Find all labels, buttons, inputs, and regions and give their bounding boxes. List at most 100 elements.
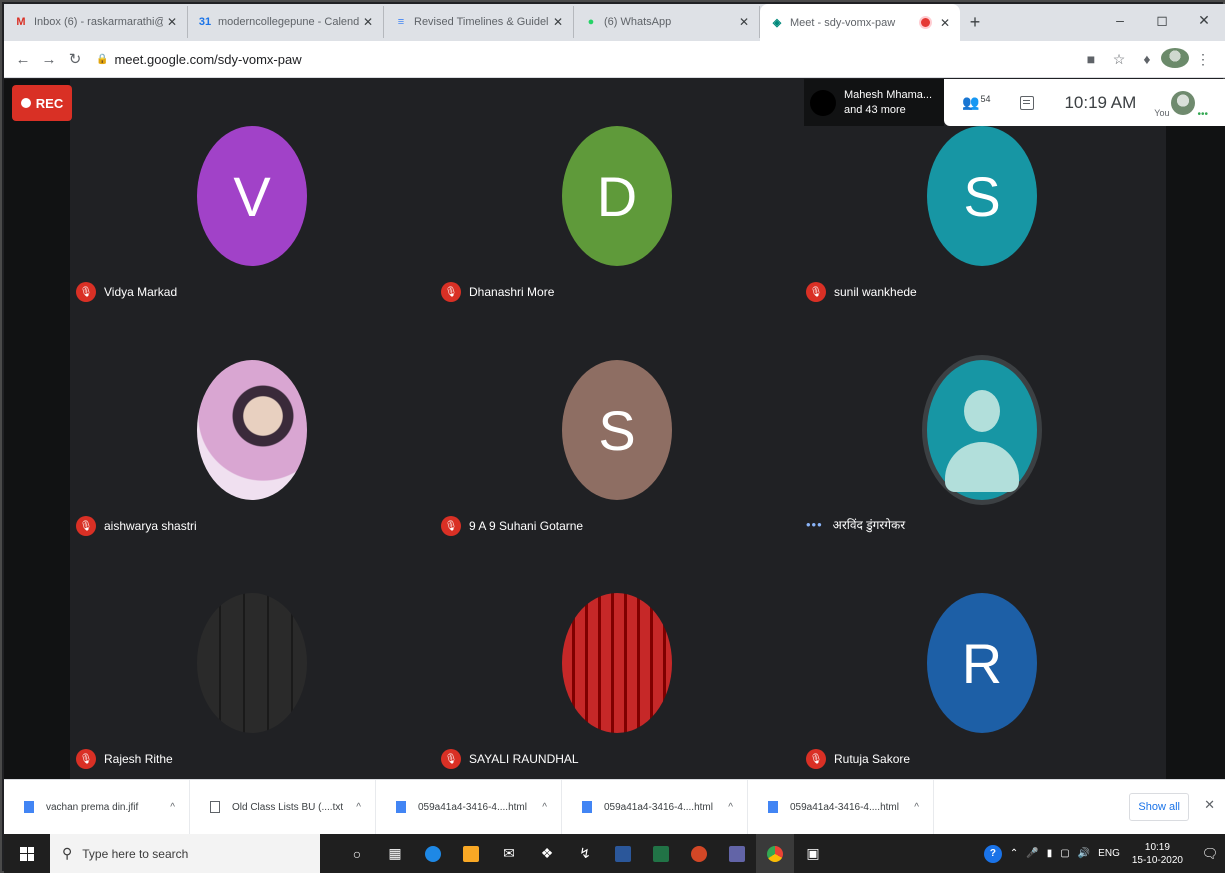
- calendar-icon: 31: [198, 16, 212, 28]
- mic-muted-icon: 🎙: [806, 749, 826, 769]
- download-filename: 059a41a4-3416-4....html: [418, 801, 527, 813]
- notifications-icon[interactable]: 🗨: [1195, 834, 1225, 873]
- minimize-icon[interactable]: –: [1099, 4, 1141, 36]
- file-icon: [768, 801, 778, 813]
- edge-icon[interactable]: [414, 834, 452, 873]
- browser-tab[interactable]: M Inbox (6) - raskarmarathi@mode ✕: [4, 6, 188, 38]
- browser-tab[interactable]: ≡ Revised Timelines & Guidelines f ✕: [384, 6, 574, 38]
- excel-icon[interactable]: [642, 834, 680, 873]
- cortana-icon[interactable]: ○: [338, 834, 376, 873]
- search-icon: ⚲: [62, 845, 73, 861]
- taskbar-date: 15-10-2020: [1131, 854, 1183, 866]
- participant-name: Rutuja Sakore: [834, 752, 911, 766]
- file-explorer-icon[interactable]: [452, 834, 490, 873]
- participant-avatar: D: [562, 126, 672, 266]
- docs-icon: ≡: [397, 16, 405, 28]
- windows-logo-icon: [20, 846, 34, 861]
- tab-title: moderncollegepune - Calendar -: [218, 16, 359, 28]
- browser-tab[interactable]: ● (6) WhatsApp ✕: [574, 6, 760, 38]
- close-tab-icon[interactable]: ✕: [363, 15, 373, 29]
- chevron-up-icon[interactable]: ^: [914, 802, 919, 813]
- chevron-up-icon[interactable]: ^: [356, 802, 361, 813]
- close-tab-icon[interactable]: ✕: [553, 15, 563, 29]
- self-avatar[interactable]: [1171, 90, 1196, 115]
- download-item[interactable]: 059a41a4-3416-4....html ^: [748, 779, 934, 835]
- participant-name-row: 🎙 sunil wankhede: [806, 282, 917, 302]
- address-bar[interactable]: 🔒 meet.google.com/sdy-vomx-paw: [96, 45, 1077, 73]
- dropbox-icon[interactable]: ❖: [528, 834, 566, 873]
- browser-tab[interactable]: ◈ Meet - sdy-vomx-paw ✕: [760, 4, 960, 41]
- download-filename: vachan prema din.jfif: [46, 801, 139, 813]
- participant-avatar-placeholder: [922, 355, 1042, 505]
- chevron-up-icon[interactable]: ^: [542, 802, 547, 813]
- people-count: 54: [980, 94, 991, 104]
- menu-dots-icon[interactable]: ⋮: [1189, 51, 1217, 68]
- participant-name-row: 🎙 aishwarya shastri: [76, 516, 197, 536]
- close-tab-icon[interactable]: ✕: [940, 16, 950, 30]
- download-item[interactable]: 059a41a4-3416-4....html ^: [376, 779, 562, 835]
- self-more-dots-icon[interactable]: •••: [1197, 109, 1208, 120]
- help-icon[interactable]: ?: [983, 844, 1002, 863]
- maximize-icon[interactable]: ◻: [1141, 4, 1183, 36]
- meet-icon: ◈: [772, 17, 782, 29]
- volume-icon[interactable]: 🔊: [1078, 848, 1090, 859]
- recording-indicator[interactable]: REC: [12, 85, 72, 121]
- mail-icon[interactable]: ✉: [490, 834, 528, 873]
- mic-muted-icon: 🎙: [441, 282, 461, 302]
- powerpoint-icon[interactable]: [680, 834, 718, 873]
- profile-avatar[interactable]: [1161, 47, 1189, 71]
- participant-name: 9 A 9 Suhani Gotarne: [469, 519, 584, 533]
- mic-muted-icon: 🎙: [76, 282, 96, 302]
- show-all-downloads-button[interactable]: Show all: [1129, 793, 1189, 821]
- participant-name-row: 🎙 Rutuja Sakore: [806, 749, 910, 769]
- presenter-tile[interactable]: Mahesh Mhama... and 43 more: [804, 79, 944, 126]
- close-shelf-icon[interactable]: ✕: [1204, 797, 1215, 813]
- chevron-up-icon[interactable]: ^: [728, 802, 733, 813]
- browser-tab-bar: M Inbox (6) - raskarmarathi@mode ✕ 31 modern…: [4, 4, 1225, 41]
- microphone-icon[interactable]: 🎤: [1026, 848, 1038, 859]
- chat-icon[interactable]: [1020, 95, 1035, 110]
- forward-arrow-icon[interactable]: →: [36, 51, 62, 68]
- download-shelf: vachan prema din.jfif ^ Old Class Lists BU…: [4, 779, 1225, 835]
- reload-icon[interactable]: ↻: [62, 50, 88, 68]
- chevron-up-icon[interactable]: ^: [170, 802, 175, 813]
- word-icon[interactable]: [604, 834, 642, 873]
- search-placeholder: Type here to search: [82, 846, 189, 861]
- bookmark-star-icon[interactable]: ☆: [1105, 51, 1133, 68]
- task-view-icon[interactable]: ▦: [376, 834, 414, 873]
- presenter-avatar: [810, 89, 836, 116]
- participant-avatar: [197, 593, 307, 733]
- download-item[interactable]: vachan prema din.jfif ^: [4, 779, 190, 835]
- close-tab-icon[interactable]: ✕: [167, 15, 177, 29]
- new-tab-button[interactable]: +: [960, 6, 990, 38]
- grid-left-margin: [4, 79, 70, 779]
- back-arrow-icon[interactable]: ←: [10, 51, 36, 68]
- download-item[interactable]: Old Class Lists BU (....txt ^: [190, 779, 376, 835]
- browser-tab[interactable]: 31 moderncollegepune - Calendar - ✕: [188, 6, 384, 38]
- taskbar-time: 10:19: [1144, 841, 1170, 853]
- taskbar-search[interactable]: ⚲ Type here to search: [50, 834, 320, 873]
- screen-frame: M Inbox (6) - raskarmarathi@mode ✕ 31 modern…: [0, 0, 1225, 873]
- winamp-icon[interactable]: ↯: [566, 834, 604, 873]
- extensions-puzzle-icon[interactable]: ♦: [1133, 51, 1161, 67]
- photos-icon[interactable]: ▣: [794, 834, 832, 873]
- people-button[interactable]: 👥 54: [962, 94, 990, 111]
- participant-name-row: 🎙 Dhanashri More: [441, 282, 554, 302]
- camera-in-use-icon[interactable]: ■: [1077, 51, 1105, 67]
- mic-muted-icon: 🎙: [76, 516, 96, 536]
- close-window-icon[interactable]: ✕: [1183, 4, 1225, 36]
- close-tab-icon[interactable]: ✕: [739, 15, 749, 29]
- teams-icon[interactable]: [718, 834, 756, 873]
- chrome-icon[interactable]: [756, 834, 794, 873]
- presenter-more-count: and 43 more: [844, 103, 906, 116]
- show-hidden-icons-icon[interactable]: ⌃: [1010, 848, 1018, 859]
- start-button[interactable]: [4, 834, 50, 873]
- language-indicator[interactable]: ENG: [1098, 848, 1120, 859]
- taskbar-clock[interactable]: 10:19 15-10-2020: [1132, 841, 1183, 867]
- download-item[interactable]: 059a41a4-3416-4....html ^: [562, 779, 748, 835]
- network-icon[interactable]: ▢: [1060, 848, 1069, 859]
- participant-name-row: 🎙 SAYALI RAUNDHAL: [441, 749, 579, 769]
- mic-muted-icon: 🎙: [76, 749, 96, 769]
- participant-avatar: [197, 360, 307, 500]
- battery-icon[interactable]: ▮: [1047, 848, 1053, 859]
